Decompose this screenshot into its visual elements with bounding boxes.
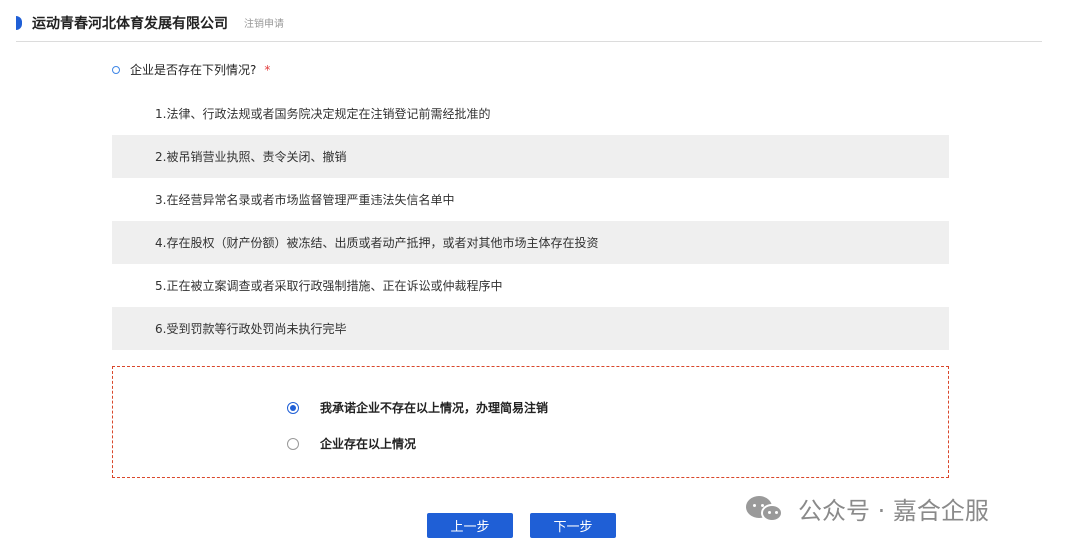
option-label: 我承诺企业不存在以上情况，办理简易注销 [320, 401, 549, 415]
list-item: 5.正在被立案调查或者采取行政强制措施、正在诉讼或仲裁程序中 [112, 264, 949, 307]
prev-step-button[interactable]: 上一步 [427, 513, 513, 538]
question-text: 企业是否存在下列情况? [130, 63, 257, 77]
option-has-conditions[interactable]: 企业存在以上情况 [287, 435, 416, 452]
question-label: 企业是否存在下列情况? * [112, 61, 270, 78]
choice-group: 我承诺企业不存在以上情况，办理简易注销 企业存在以上情况 [112, 366, 949, 478]
circle-bullet-icon [112, 65, 120, 74]
list-item: 1.法律、行政法规或者国务院决定规定在注销登记前需经批准的 [112, 92, 949, 135]
option-no-conditions[interactable]: 我承诺企业不存在以上情况，办理简易注销 [287, 399, 548, 416]
condition-text: 6.受到罚款等行政处罚尚未执行完毕 [155, 322, 347, 336]
page-subtitle: 注销申请 [244, 19, 284, 30]
wechat-icon [746, 492, 788, 526]
condition-text: 3.在经营异常名录或者市场监督管理严重违法失信名单中 [155, 193, 455, 207]
condition-text: 4.存在股权（财产份额）被冻结、出质或者动产抵押，或者对其他市场主体存在投资 [155, 236, 599, 250]
page-header: 运动青春河北体育发展有限公司 注销申请 [16, 8, 1042, 42]
list-item: 2.被吊销营业执照、责令关闭、撤销 [112, 135, 949, 178]
condition-text: 2.被吊销营业执照、责令关闭、撤销 [155, 150, 347, 164]
list-item: 6.受到罚款等行政处罚尚未执行完毕 [112, 307, 949, 350]
condition-text: 1.法律、行政法规或者国务院决定规定在注销登记前需经批准的 [155, 107, 491, 121]
conditions-list: 1.法律、行政法规或者国务院决定规定在注销登记前需经批准的 2.被吊销营业执照、… [112, 92, 949, 350]
watermark: 公众号 · 嘉合企服 [746, 491, 989, 526]
option-label: 企业存在以上情况 [320, 437, 417, 451]
watermark-text: 公众号 · 嘉合企服 [798, 497, 989, 525]
list-item: 3.在经营异常名录或者市场监督管理严重违法失信名单中 [112, 178, 949, 221]
radio-selected-icon[interactable] [287, 401, 299, 414]
required-asterisk: * [264, 62, 271, 77]
header-marker-icon [16, 15, 22, 30]
condition-text: 5.正在被立案调查或者采取行政强制措施、正在诉讼或仲裁程序中 [155, 279, 503, 293]
list-item: 4.存在股权（财产份额）被冻结、出质或者动产抵押，或者对其他市场主体存在投资 [112, 221, 949, 264]
radio-unselected-icon[interactable] [287, 437, 299, 450]
company-name: 运动青春河北体育发展有限公司 [32, 15, 228, 32]
next-step-button[interactable]: 下一步 [530, 513, 616, 538]
